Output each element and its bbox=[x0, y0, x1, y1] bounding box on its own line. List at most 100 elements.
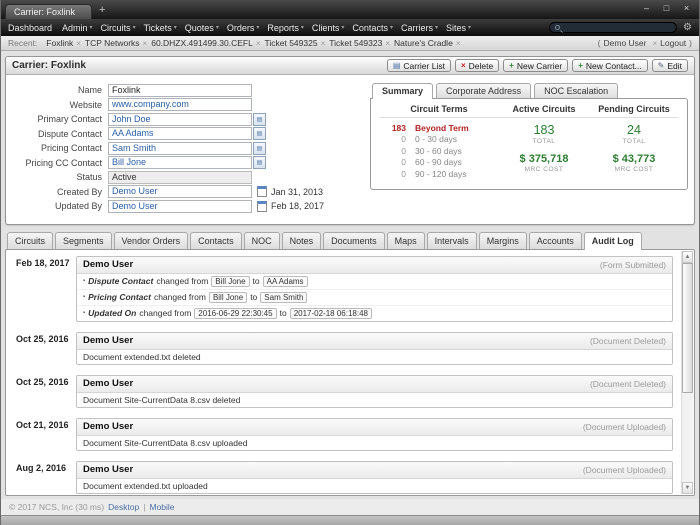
pricing-cc-contact-link[interactable]: Bill Jone bbox=[108, 156, 252, 169]
audit-message-row: Document extended.txt uploaded bbox=[77, 479, 672, 493]
minimize-icon[interactable]: – bbox=[641, 3, 652, 13]
contact-card-icon[interactable]: ▤ bbox=[253, 127, 266, 140]
primary-contact-link[interactable]: John Doe bbox=[108, 113, 252, 126]
tab-intervals[interactable]: Intervals bbox=[427, 232, 477, 249]
copyright-text: © 2017 NCS, Inc (30 ms) bbox=[9, 502, 104, 512]
name-row: Name Foxlink bbox=[12, 83, 358, 98]
search-input[interactable] bbox=[563, 23, 673, 32]
recent-item[interactable]: 60.DHZX.491499.30.CEFL bbox=[151, 38, 253, 48]
tab-maps[interactable]: Maps bbox=[387, 232, 425, 249]
new-value-chip: 2017-02-18 06:18:48 bbox=[290, 308, 372, 319]
website-link[interactable]: www.company.com bbox=[108, 98, 252, 111]
audit-change-row: ▪ Dispute Contact changed from Bill Jone… bbox=[77, 274, 672, 290]
nav-tickets[interactable]: Tickets▾ bbox=[140, 23, 181, 33]
mobile-link[interactable]: Mobile bbox=[149, 502, 174, 512]
dispute-contact-link[interactable]: AA Adams bbox=[108, 127, 252, 140]
tab-contacts[interactable]: Contacts bbox=[190, 232, 242, 249]
tab-noc[interactable]: NOC bbox=[244, 232, 280, 249]
window-tab[interactable]: Carrier: Foxlink bbox=[5, 4, 92, 19]
remove-recent-icon[interactable]: × bbox=[143, 39, 148, 48]
audit-card: Demo User (Form Submitted) ▪ Dispute Con… bbox=[76, 256, 673, 322]
edit-button[interactable]: ✎Edit bbox=[652, 59, 688, 72]
term-row-beyond: 183Beyond Term bbox=[379, 122, 499, 134]
new-contact-button[interactable]: +New Contact... bbox=[572, 59, 647, 72]
recent-label: Recent: bbox=[8, 38, 37, 48]
remove-recent-icon[interactable]: × bbox=[321, 39, 326, 48]
delete-button[interactable]: ×Delete bbox=[455, 59, 499, 72]
dispute-contact-row: Dispute Contact AA Adams ▤ bbox=[12, 127, 358, 142]
tab-vendor-orders[interactable]: Vendor Orders bbox=[114, 232, 189, 249]
audit-user: Demo User bbox=[83, 421, 133, 432]
status-value: Active bbox=[108, 171, 252, 184]
recent-item[interactable]: Ticket 549325 bbox=[264, 38, 317, 48]
desktop-link[interactable]: Desktop bbox=[108, 502, 139, 512]
close-icon[interactable]: × bbox=[681, 3, 692, 13]
remove-recent-icon[interactable]: × bbox=[385, 39, 390, 48]
list-icon: ▤ bbox=[393, 62, 401, 70]
tab-segments[interactable]: Segments bbox=[55, 232, 112, 249]
chevron-down-icon: ▾ bbox=[390, 24, 393, 31]
audit-message-row: Document extended.txt deleted bbox=[77, 350, 672, 364]
nav-clients[interactable]: Clients▾ bbox=[308, 23, 349, 33]
tab-notes[interactable]: Notes bbox=[282, 232, 322, 249]
audit-card: Demo User (Document Uploaded) Document e… bbox=[76, 461, 673, 494]
created-by-link[interactable]: Demo User bbox=[108, 185, 252, 198]
updated-by-link[interactable]: Demo User bbox=[108, 200, 252, 213]
pending-mrc-cost: $ 43,773 bbox=[589, 153, 679, 165]
tab-circuits[interactable]: Circuits bbox=[7, 232, 53, 249]
recent-item[interactable]: TCP Networks bbox=[85, 38, 140, 48]
window-tab-label: Carrier: Foxlink bbox=[14, 7, 75, 17]
new-tab-button[interactable]: + bbox=[99, 4, 105, 17]
recent-item[interactable]: Foxlink bbox=[46, 38, 73, 48]
contact-card-icon[interactable]: ▤ bbox=[253, 156, 266, 169]
new-carrier-button[interactable]: +New Carrier bbox=[503, 59, 568, 72]
nav-sites[interactable]: Sites▾ bbox=[442, 23, 475, 33]
contact-card-icon[interactable]: ▤ bbox=[253, 142, 266, 155]
gear-icon[interactable]: ⚙ bbox=[683, 22, 692, 33]
main-nav: Dashboard Admin▾ Circuits▾ Tickets▾ Quot… bbox=[1, 19, 699, 36]
recent-item[interactable]: Ticket 549323 bbox=[329, 38, 382, 48]
nav-reports[interactable]: Reports▾ bbox=[263, 23, 308, 33]
carrier-form: Name Foxlink Website www.company.com Pri… bbox=[12, 83, 358, 214]
term-row-30-60: 030 - 60 days bbox=[379, 145, 499, 157]
logout-link[interactable]: Logout bbox=[660, 38, 686, 48]
window-frame-bottom bbox=[1, 515, 699, 525]
scroll-up-icon[interactable]: ▲ bbox=[682, 251, 693, 263]
recent-item[interactable]: Nature's Cradle bbox=[394, 38, 453, 48]
tab-margins[interactable]: Margins bbox=[479, 232, 527, 249]
tab-documents[interactable]: Documents bbox=[323, 232, 385, 249]
maximize-icon[interactable]: □ bbox=[661, 3, 672, 13]
website-label: Website bbox=[12, 100, 108, 110]
pricing-contact-link[interactable]: Sam Smith bbox=[108, 142, 252, 155]
pricing-cc-contact-row: Pricing CC Contact Bill Jone ▤ bbox=[12, 156, 358, 171]
audit-user: Demo User bbox=[83, 378, 133, 389]
tab-noc-escalation[interactable]: NOC Escalation bbox=[534, 83, 618, 98]
remove-recent-icon[interactable]: × bbox=[76, 39, 81, 48]
carrier-list-button[interactable]: ▤Carrier List bbox=[387, 59, 451, 72]
tab-audit-log[interactable]: Audit Log bbox=[584, 232, 642, 250]
contact-card-icon[interactable]: ▤ bbox=[253, 113, 266, 126]
tab-summary[interactable]: Summary bbox=[372, 83, 433, 99]
scroll-down-icon[interactable]: ▼ bbox=[682, 482, 693, 494]
carrier-panel-header: Carrier: Foxlink ▤Carrier List ×Delete +… bbox=[6, 57, 694, 75]
nav-dashboard[interactable]: Dashboard bbox=[4, 23, 58, 33]
remove-recent-icon[interactable]: × bbox=[456, 39, 461, 48]
created-date: Jan 31, 2013 bbox=[271, 187, 323, 197]
page-title: Carrier: Foxlink bbox=[12, 60, 86, 71]
tab-accounts[interactable]: Accounts bbox=[529, 232, 582, 249]
nav-orders[interactable]: Orders▾ bbox=[223, 23, 264, 33]
nav-admin[interactable]: Admin▾ bbox=[58, 23, 97, 33]
nav-contacts[interactable]: Contacts▾ bbox=[348, 23, 397, 33]
nav-circuits[interactable]: Circuits▾ bbox=[97, 23, 140, 33]
bullet-icon: ▪ bbox=[83, 310, 85, 316]
created-by-row: Created By Demo User Jan 31, 2013 bbox=[12, 185, 358, 200]
scrollbar-thumb[interactable] bbox=[682, 263, 693, 393]
current-user[interactable]: Demo User bbox=[604, 38, 647, 48]
nav-quotes[interactable]: Quotes▾ bbox=[181, 23, 223, 33]
vertical-scrollbar[interactable]: ▲ ▼ bbox=[681, 251, 693, 495]
tab-corporate-address[interactable]: Corporate Address bbox=[436, 83, 531, 98]
status-label: Status bbox=[12, 172, 108, 182]
remove-recent-icon[interactable]: × bbox=[256, 39, 261, 48]
user-separator: × bbox=[652, 39, 657, 48]
nav-carriers[interactable]: Carriers▾ bbox=[397, 23, 442, 33]
